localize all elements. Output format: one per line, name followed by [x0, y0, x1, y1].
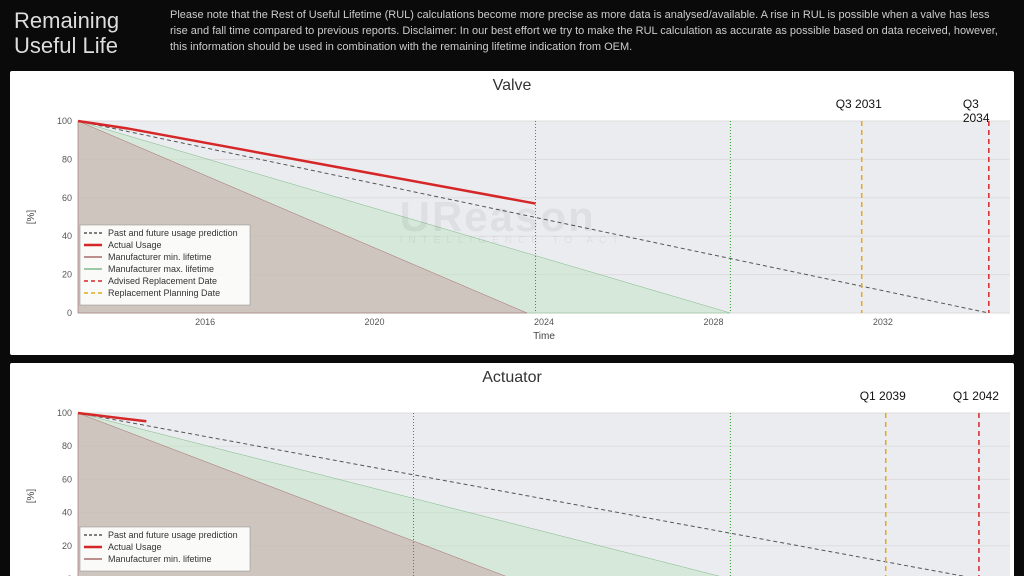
svg-text:Manufacturer min. lifetime: Manufacturer min. lifetime	[108, 554, 212, 564]
svg-text:2024: 2024	[534, 317, 554, 327]
svg-text:100: 100	[57, 116, 72, 126]
svg-text:2032: 2032	[873, 317, 893, 327]
svg-text:Actual Usage: Actual Usage	[108, 240, 162, 250]
svg-text:40: 40	[62, 231, 72, 241]
svg-text:60: 60	[62, 474, 72, 484]
disclaimer-text: Please note that the Rest of Useful Life…	[170, 8, 1010, 56]
chart-title: Valve	[18, 77, 1006, 95]
svg-text:[%]: [%]	[26, 488, 37, 503]
advised-date-label: Q3 2034	[963, 97, 1006, 125]
chart-panel-valve: ValveQ3 2031Q3 2034UReasonINTELLIGENCE T…	[10, 71, 1014, 355]
planning-date-label: Q1 2039	[860, 389, 906, 403]
svg-text:100: 100	[57, 408, 72, 418]
svg-text:2016: 2016	[195, 317, 215, 327]
header: Remaining Useful Life Please note that t…	[0, 0, 1024, 71]
advised-date-label: Q1 2042	[953, 389, 999, 403]
svg-text:[%]: [%]	[26, 209, 37, 224]
chart-plot-area: Q1 2039Q1 2042020406080100[%]Past and fu…	[18, 389, 1006, 576]
chart-title: Actuator	[18, 369, 1006, 387]
chart-panel-actuator: ActuatorQ1 2039Q1 2042020406080100[%]Pas…	[10, 363, 1014, 576]
svg-text:60: 60	[62, 192, 72, 202]
svg-text:80: 80	[62, 154, 72, 164]
svg-text:Manufacturer max. lifetime: Manufacturer max. lifetime	[108, 264, 214, 274]
svg-text:Actual Usage: Actual Usage	[108, 542, 162, 552]
svg-text:80: 80	[62, 441, 72, 451]
svg-text:20: 20	[62, 269, 72, 279]
svg-text:20: 20	[62, 540, 72, 550]
chart-plot-area: Q3 2031Q3 2034UReasonINTELLIGENCE TO ACT…	[18, 97, 1006, 347]
svg-text:Past and future usage predicti: Past and future usage prediction	[108, 228, 238, 238]
svg-text:2028: 2028	[703, 317, 723, 327]
svg-text:Advised Replacement Date: Advised Replacement Date	[108, 276, 217, 286]
svg-text:2020: 2020	[365, 317, 385, 327]
svg-text:40: 40	[62, 507, 72, 517]
svg-text:Time: Time	[533, 331, 555, 342]
svg-text:Past and future usage predicti: Past and future usage prediction	[108, 530, 238, 540]
svg-text:Replacement Planning Date: Replacement Planning Date	[108, 288, 220, 298]
page-title: Remaining Useful Life	[14, 8, 156, 59]
planning-date-label: Q3 2031	[836, 97, 882, 111]
svg-text:0: 0	[67, 308, 72, 318]
svg-text:Manufacturer min. lifetime: Manufacturer min. lifetime	[108, 252, 212, 262]
